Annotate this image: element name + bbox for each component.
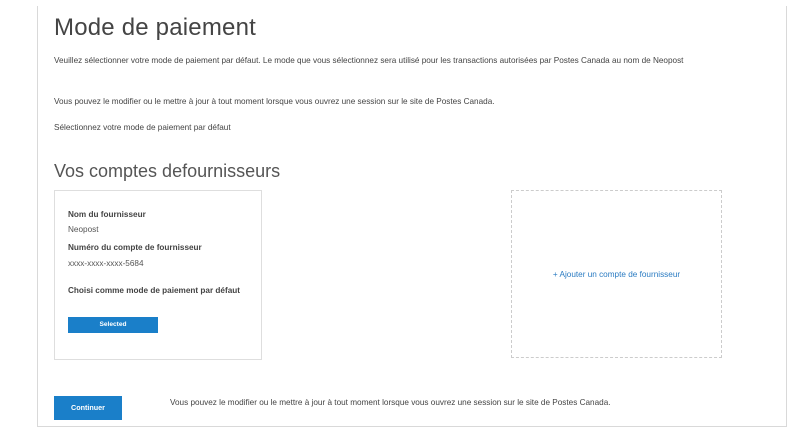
update-note: Vous pouvez le modifier ou le mettre à j… bbox=[54, 97, 495, 106]
continue-button[interactable]: Continuer bbox=[54, 396, 122, 420]
supplier-name-label: Nom du fournisseur bbox=[68, 210, 146, 219]
default-payment-label: Choisi comme mode de paiement par défaut bbox=[68, 286, 240, 295]
select-instruction: Sélectionnez votre mode de paiement par … bbox=[54, 123, 231, 132]
account-number-label: Numéro du compte de fournisseur bbox=[68, 243, 202, 252]
page-title: Mode de paiement bbox=[54, 14, 256, 41]
supplier-account-card[interactable]: Nom du fournisseur Neopost Numéro du com… bbox=[54, 190, 262, 360]
footer-note: Vous pouvez le modifier ou le mettre à j… bbox=[170, 398, 611, 407]
supplier-name-value: Neopost bbox=[68, 225, 99, 234]
add-supplier-account-card[interactable]: + Ajouter un compte de fournisseur bbox=[511, 190, 722, 358]
account-number-value: xxxx-xxxx-xxxx-5684 bbox=[68, 259, 144, 268]
suppliers-section-title: Vos comptes defournisseurs bbox=[54, 161, 281, 181]
add-supplier-account-link[interactable]: + Ajouter un compte de fournisseur bbox=[553, 270, 680, 279]
intro-text: Veuillez sélectionner votre mode de paie… bbox=[54, 56, 684, 65]
selected-button[interactable]: Selected bbox=[68, 317, 158, 333]
